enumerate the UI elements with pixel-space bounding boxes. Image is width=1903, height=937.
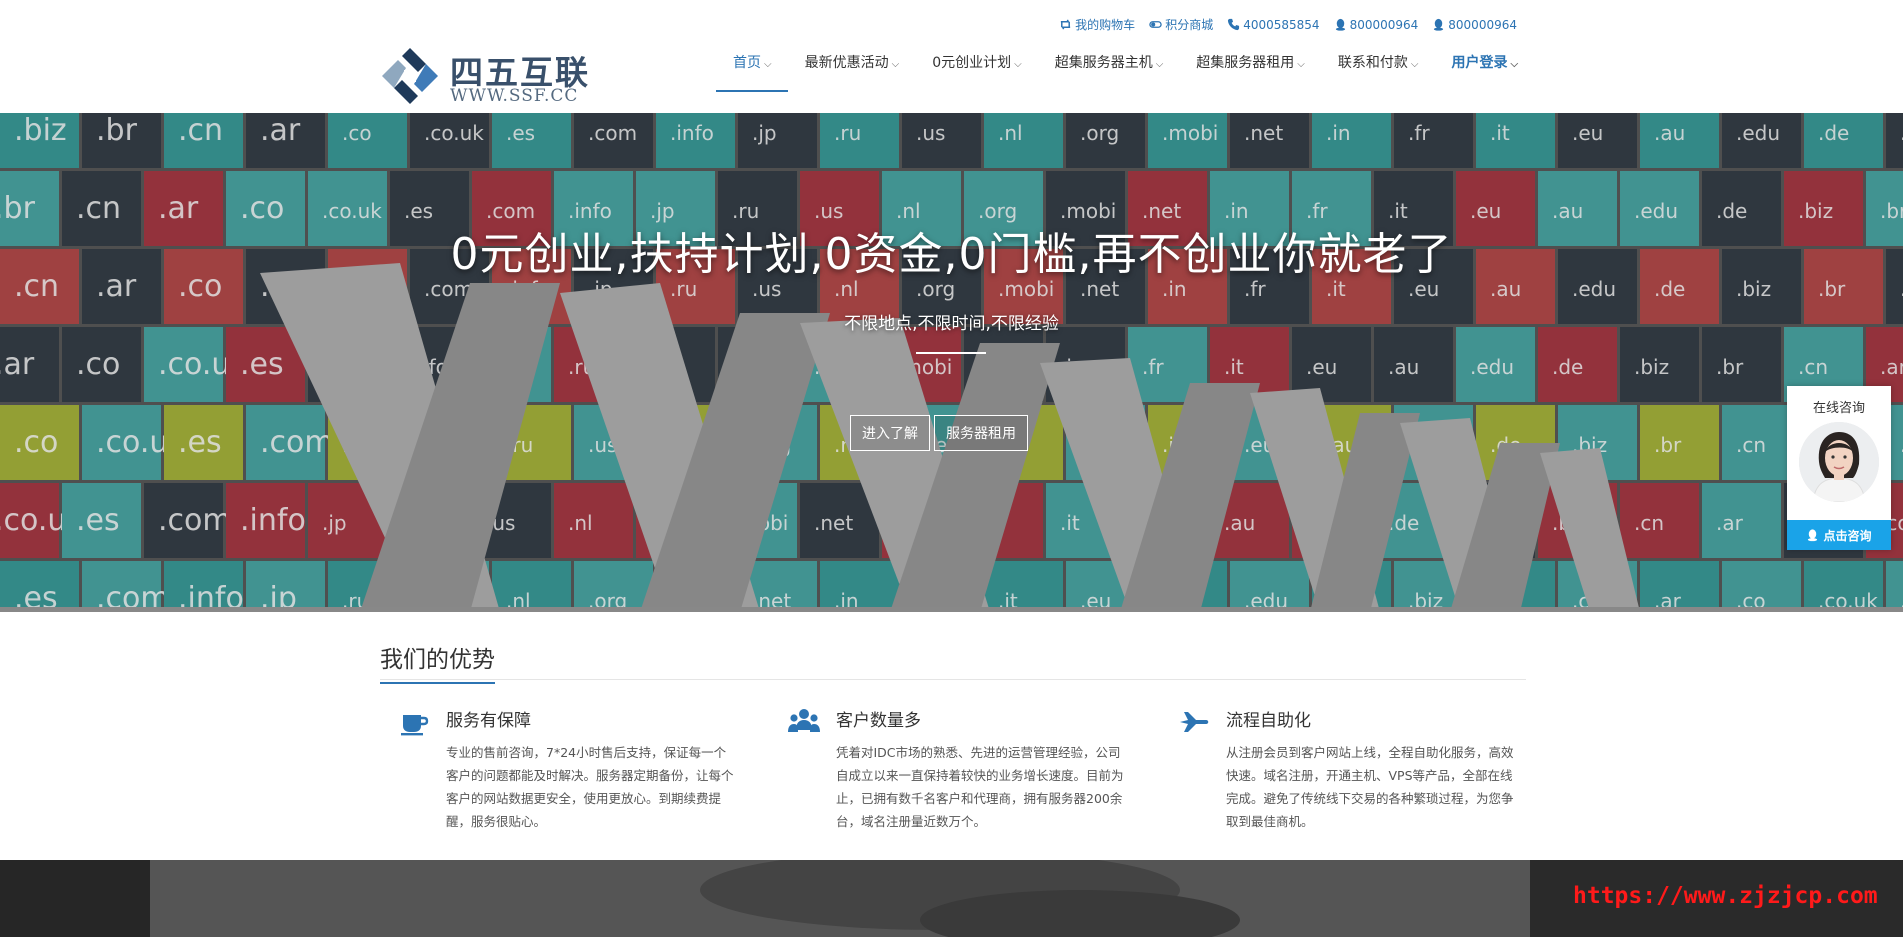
feature-title: 客户数量多: [836, 711, 921, 731]
nav-item-home[interactable]: 首页 ⌵: [716, 42, 788, 92]
nav-item-promotions[interactable]: 最新优惠活动 ⌵: [788, 42, 916, 92]
qq-number-2: 800000964: [1448, 17, 1517, 32]
qq-icon: [1808, 529, 1818, 542]
chevron-down-icon: ⌵: [1014, 59, 1022, 70]
section-divider: [380, 679, 1526, 680]
logo-mark-icon: [382, 48, 438, 104]
nav-item-label: 首页: [733, 55, 761, 71]
online-consult-widget: 在线咨询 点击咨询: [1787, 386, 1891, 550]
consult-title: 在线咨询: [1812, 401, 1865, 416]
chevron-down-icon: ⌵: [1410, 59, 1419, 70]
section-title: 我们的优势: [380, 640, 495, 684]
plane-icon: [1180, 712, 1209, 732]
nav-item-label: 最新优惠活动: [804, 55, 889, 71]
feature-description: 专业的售前咨询，7*24小时售后支持，保证每一个客户的问题都能及时解决。服务器定…: [446, 745, 734, 829]
chevron-down-icon: ⌵: [891, 59, 900, 70]
qq-icon: [1434, 18, 1444, 31]
feature-description: 凭着对IDC市场的熟悉、先进的运营管理经验，公司自成立以来一直保持着较快的业务增…: [836, 745, 1124, 829]
cart-link[interactable]: 我的购物车: [1059, 16, 1135, 33]
site-logo[interactable]: 四五互联 WWW.SSF.CC: [380, 44, 600, 108]
site-header: 四五互联 WWW.SSF.CC 我的购物车 积分商城 4000585854 80…: [0, 0, 1903, 113]
agent-avatar: [1799, 422, 1879, 502]
nav-item-label: 联系和付款: [1337, 55, 1408, 71]
chevron-down-icon: ⌵: [1297, 59, 1305, 70]
phone-icon: [1228, 18, 1240, 31]
feature-description: 从注册会员到客户网站上线，全程自助化服务，高效快速。域名注册，开通主机、VPS等…: [1226, 745, 1514, 829]
nav-item-label: 0元创业计划: [932, 55, 1012, 71]
main-nav: 首页 ⌵ 最新优惠活动 ⌵ 0元创业计划 ⌵ 超集服务器主机 ⌵ 超集服务器租用 ⌵ 联系…: [716, 42, 1534, 92]
cart-link-label: 我的购物车: [1075, 18, 1136, 32]
qq-icon: [1335, 18, 1345, 31]
hero-banner: .biz.br.cn.ar.co.co.uk.es.com.info.jp.ru…: [0, 113, 1903, 612]
feature-title: 流程自助化: [1226, 711, 1311, 731]
coffee-cup-icon: [401, 715, 429, 736]
nav-item-label: 超集服务器主机: [1054, 55, 1153, 71]
chevron-down-icon: ⌵: [1155, 59, 1164, 70]
chevron-down-icon: ⌵: [1510, 59, 1519, 70]
hero-title: 0元创业,扶持计划,0资金,0门槛,再不创业你就老了: [450, 229, 1453, 280]
phone-link[interactable]: 4000585854: [1227, 16, 1320, 33]
users-icon: [788, 709, 820, 732]
nav-item-contact-payment[interactable]: 联系和付款 ⌵: [1321, 42, 1435, 92]
qq-link-1[interactable]: 800000964: [1334, 16, 1419, 33]
nav-item-label: 用户登录: [1451, 55, 1508, 71]
consult-button[interactable]: 点击咨询: [1787, 520, 1891, 550]
nav-item-server-rental[interactable]: 超集服务器租用 ⌵: [1179, 42, 1321, 92]
domain-tiles-background: .biz.br.cn.ar.co.co.uk.es.com.info.jp.ru…: [0, 113, 1903, 612]
phone-number: 4000585854: [1243, 17, 1320, 32]
watermark-text: https://www.zjzjcp.com: [1573, 883, 1878, 909]
learn-more-button[interactable]: 进入了解: [850, 415, 930, 451]
nav-item-user-login[interactable]: 用户登录 ⌵: [1434, 42, 1534, 92]
feature-title: 服务有保障: [446, 711, 531, 731]
agent-avatar-icon: [1799, 422, 1879, 502]
nav-item-label: 超集服务器租用: [1196, 55, 1295, 71]
toggle-icon: [1149, 21, 1162, 28]
hero-button-group: 进入了解 服务器租用: [850, 415, 1028, 451]
hero-subtitle: 不限地点,不限时间,不限经验: [844, 314, 1059, 334]
qq-link-2[interactable]: 800000964: [1432, 16, 1517, 33]
hero-bottom-edge: [0, 607, 1903, 612]
points-mall-label: 积分商城: [1165, 18, 1214, 32]
nav-item-server-hosting[interactable]: 超集服务器主机 ⌵: [1038, 42, 1180, 92]
qq-number-1: 800000964: [1349, 17, 1419, 32]
cart-icon: [1061, 19, 1071, 30]
logo-url-text: WWW.SSF.CC: [450, 86, 579, 106]
nav-item-startup-plan[interactable]: 0元创业计划 ⌵: [915, 42, 1038, 92]
hero-divider: [916, 352, 986, 354]
server-rental-button[interactable]: 服务器租用: [934, 415, 1028, 451]
consult-button-label: 点击咨询: [1823, 528, 1872, 543]
points-mall-link[interactable]: 积分商城: [1149, 16, 1213, 33]
advantages-section: 我们的优势 服务有保障 专业的售前咨询，7*24小时售后支持，保证每一个客户的问…: [380, 640, 1526, 829]
chevron-down-icon: ⌵: [764, 59, 772, 70]
top-utility-bar: 我的购物车 积分商城 4000585854 800000964 80000096…: [1059, 16, 1517, 33]
hero-dim-overlay: [0, 113, 1903, 612]
